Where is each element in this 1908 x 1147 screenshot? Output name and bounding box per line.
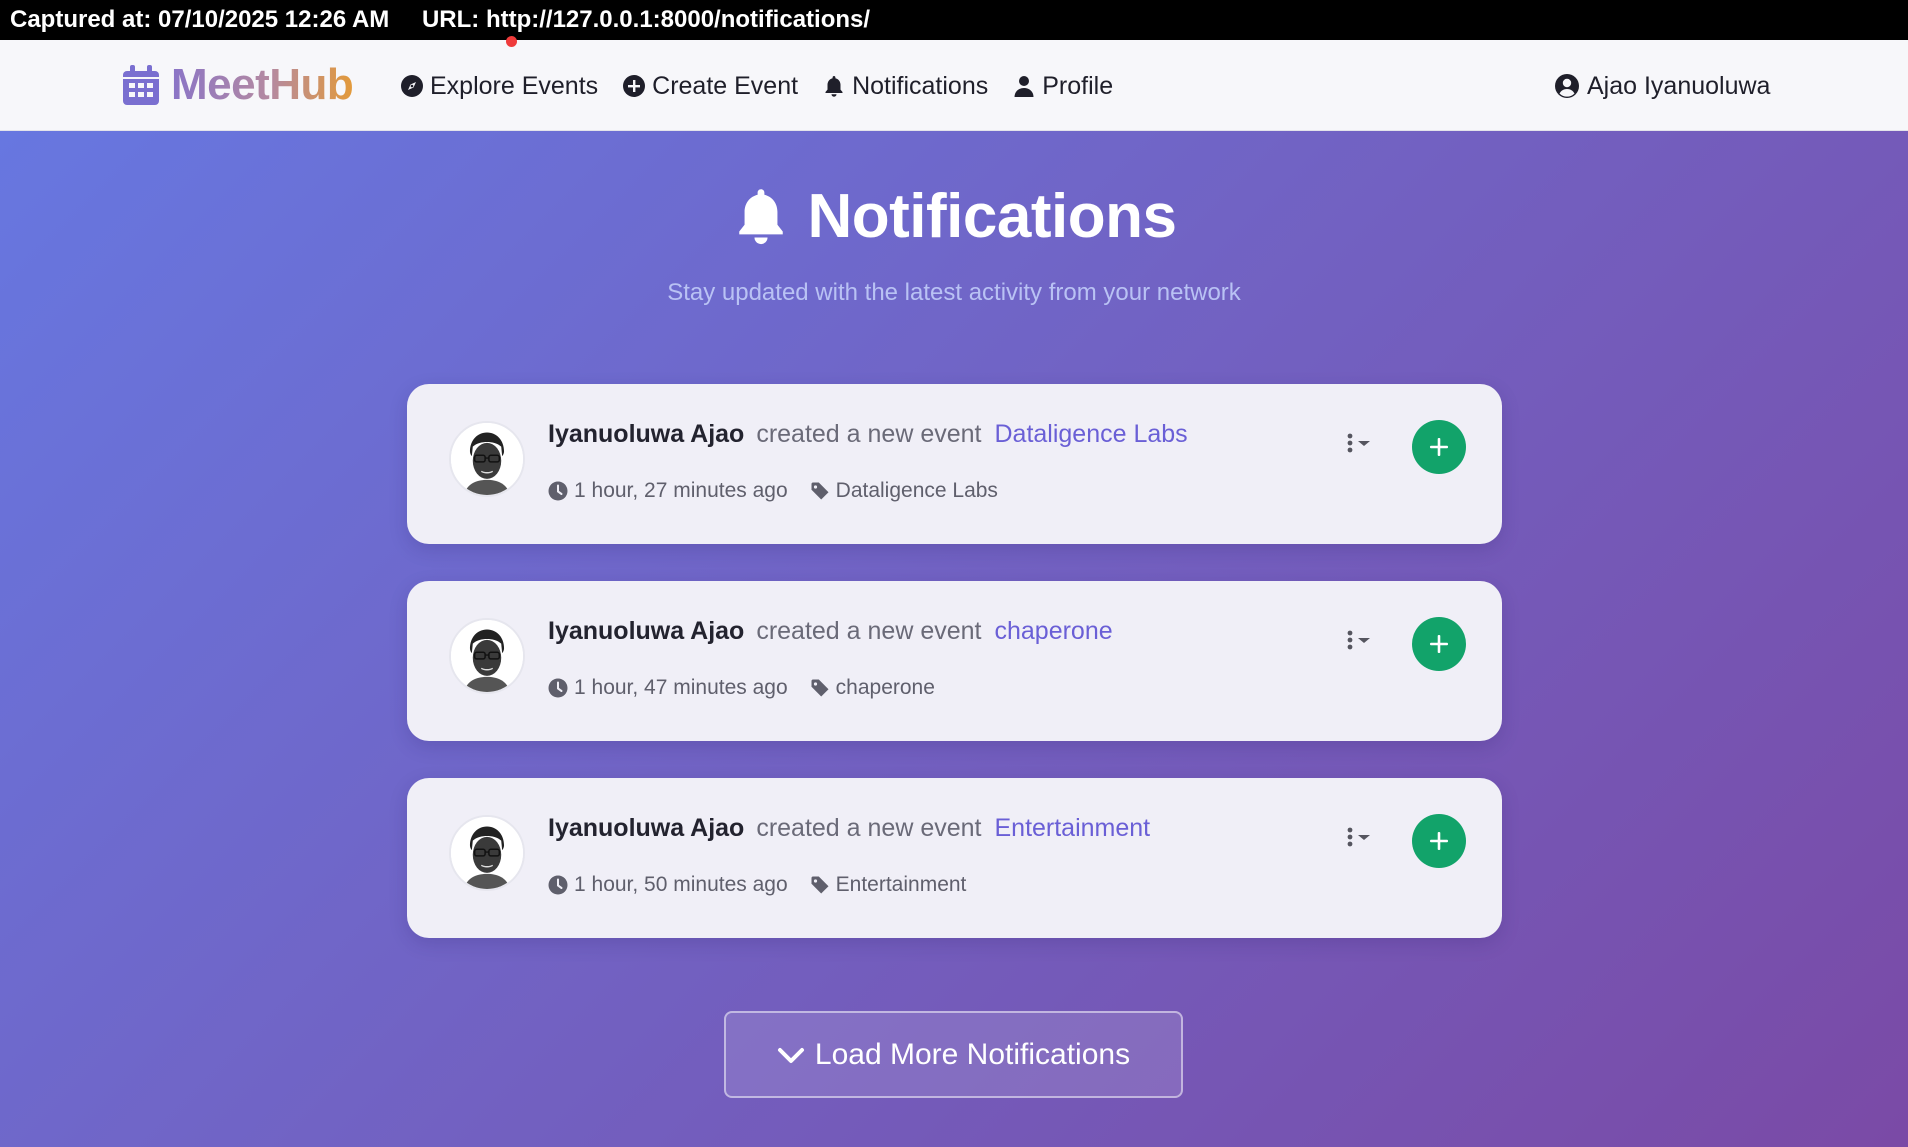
timestamp: 1 hour, 27 minutes ago (548, 479, 788, 503)
nav-create-event[interactable]: Create Event (622, 72, 798, 101)
add-button[interactable] (1412, 617, 1466, 671)
brand-name: MeetHub (171, 60, 354, 109)
notification-card[interactable]: Iyanuoluwa Ajao created a new event Ente… (407, 778, 1502, 938)
nav-links: Explore Events Create Event Notification… (400, 64, 1137, 108)
notification-meta: 1 hour, 27 minutes ago Dataligence Labs (548, 479, 1020, 503)
actor-name: Iyanuoluwa Ajao (548, 814, 745, 842)
bell-icon (825, 76, 843, 97)
avatar (449, 421, 525, 497)
tag-icon (811, 482, 829, 500)
avatar-image (451, 423, 523, 495)
calendar-icon (123, 65, 159, 105)
bell-icon (738, 188, 783, 244)
add-button[interactable] (1412, 420, 1466, 474)
nav-explore-events[interactable]: Explore Events (400, 72, 598, 101)
plus-icon (1430, 832, 1448, 850)
avatar-image (451, 620, 523, 692)
event-tag: Dataligence Labs (810, 479, 998, 503)
main-content: Notifications Stay updated with the late… (0, 131, 1908, 1147)
time-ago: 1 hour, 50 minutes ago (574, 873, 788, 896)
user-name: Ajao Iyanuoluwa (1587, 71, 1771, 100)
captured-url-text: URL: http://127.0.0.1:8000/notifications… (421, 6, 871, 33)
notification-meta: 1 hour, 50 minutes ago Entertainment (548, 873, 988, 897)
nav-profile[interactable]: Profile (1012, 72, 1113, 101)
more-options-button[interactable] (1344, 822, 1382, 852)
load-more-button[interactable]: Load More Notifications (724, 1011, 1183, 1098)
chevron-down-icon (777, 1047, 804, 1063)
plus-icon (1430, 438, 1448, 456)
notification-card[interactable]: Iyanuoluwa Ajao created a new event chap… (407, 581, 1502, 741)
notification-text: Iyanuoluwa Ajao created a new event Data… (548, 420, 1188, 449)
page-header: Notifications (0, 181, 1908, 252)
capture-bar: Captured at: 07/10/2025 12:26 AM URL: ht… (0, 0, 1908, 40)
notification-card[interactable]: Iyanuoluwa Ajao created a new event Data… (407, 384, 1502, 544)
timestamp: 1 hour, 47 minutes ago (548, 676, 788, 700)
nav-create-label: Create Event (652, 71, 799, 100)
timestamp: 1 hour, 50 minutes ago (548, 873, 788, 897)
notification-text: Iyanuoluwa Ajao created a new event Ente… (548, 814, 1150, 843)
nav-notifications-label: Notifications (852, 71, 989, 100)
avatar-image (451, 817, 523, 889)
action-text: created a new event (756, 420, 982, 448)
event-tag: Entertainment (810, 873, 967, 897)
load-more-label: Load More Notifications (814, 1037, 1131, 1071)
nav-notifications[interactable]: Notifications (822, 72, 988, 101)
page-title: Notifications (807, 182, 1177, 251)
kebab-caret-icon (1347, 630, 1370, 650)
action-text: created a new event (756, 814, 982, 842)
more-options-button[interactable] (1344, 625, 1382, 655)
user-circle-icon (1555, 74, 1579, 98)
actor-name: Iyanuoluwa Ajao (548, 420, 745, 448)
add-button[interactable] (1412, 814, 1466, 868)
kebab-caret-icon (1347, 827, 1370, 847)
tag-label: chaperone (835, 676, 935, 699)
user-menu[interactable]: Ajao Iyanuoluwa (1554, 64, 1770, 108)
navbar: MeetHub Explore Events Create Event Noti… (0, 36, 1908, 155)
page-subtitle: Stay updated with the latest activity fr… (667, 279, 1241, 306)
time-ago: 1 hour, 47 minutes ago (574, 676, 788, 699)
kebab-caret-icon (1347, 433, 1370, 453)
nav-explore-label: Explore Events (430, 71, 599, 100)
clock-icon (548, 481, 568, 501)
clock-icon (548, 678, 568, 698)
action-text: created a new event (756, 617, 982, 645)
tag-icon (811, 679, 829, 697)
tag-label: Entertainment (835, 873, 967, 896)
event-link[interactable]: Dataligence Labs (994, 420, 1187, 449)
plus-icon (1430, 635, 1448, 653)
user-icon (1014, 76, 1034, 97)
actor-name: Iyanuoluwa Ajao (548, 617, 745, 645)
compass-icon (401, 75, 423, 97)
event-tag: chaperone (810, 676, 935, 700)
avatar (449, 618, 525, 694)
more-options-button[interactable] (1344, 428, 1382, 458)
plus-circle-icon (623, 75, 646, 97)
notification-indicator-dot (506, 36, 517, 47)
time-ago: 1 hour, 27 minutes ago (574, 479, 788, 502)
captured-at-text: Captured at: 07/10/2025 12:26 AM (10, 6, 390, 33)
event-link[interactable]: chaperone (994, 617, 1112, 646)
tag-label: Dataligence Labs (835, 479, 998, 502)
avatar (449, 815, 525, 891)
brand-logo[interactable]: MeetHub (121, 60, 354, 110)
notification-meta: 1 hour, 47 minutes ago chaperone (548, 676, 957, 700)
clock-icon (548, 875, 568, 895)
tag-icon (811, 876, 829, 894)
nav-profile-label: Profile (1042, 71, 1114, 100)
event-link[interactable]: Entertainment (994, 814, 1150, 843)
notification-text: Iyanuoluwa Ajao created a new event chap… (548, 617, 1113, 646)
